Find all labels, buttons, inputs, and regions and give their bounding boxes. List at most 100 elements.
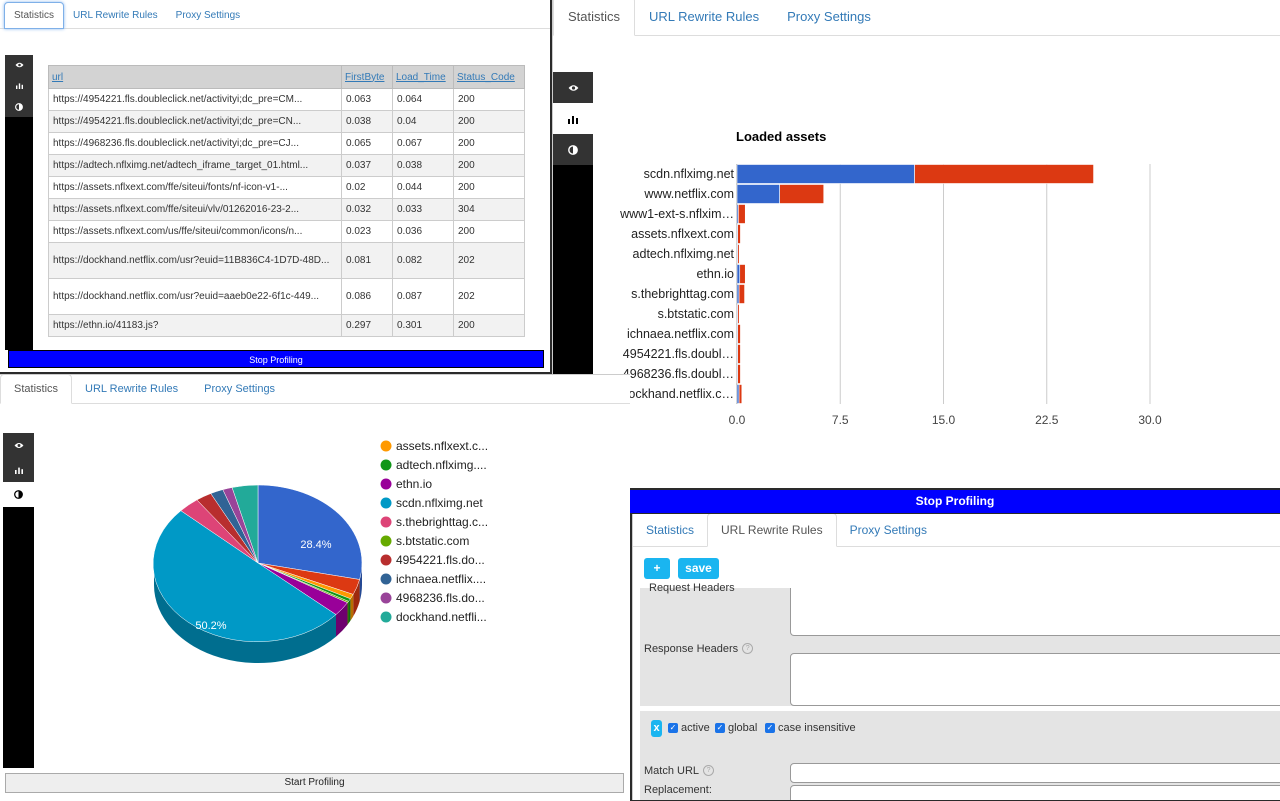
check-icon[interactable]: ✓ bbox=[668, 723, 678, 734]
case-insensitive-option[interactable]: ✓ case insensitive bbox=[765, 722, 856, 734]
category-label: s.thebrighttag.com bbox=[631, 287, 734, 301]
help-icon: ? bbox=[742, 643, 754, 654]
url-cell: https://assets.nflxext.com/ffe/siteui/vl… bbox=[48, 198, 342, 221]
tab-url-rewrite-rules[interactable]: URL Rewrite Rules bbox=[64, 3, 167, 28]
bar bbox=[737, 344, 741, 364]
tab-statistics[interactable]: Statistics bbox=[633, 514, 707, 546]
header-status-code[interactable]: Status_Code bbox=[457, 72, 515, 83]
firstbyte-cell: 0.023 bbox=[341, 220, 393, 243]
x-tick-label: 7.5 bbox=[832, 413, 849, 427]
legend-marker bbox=[380, 554, 392, 566]
bar bbox=[736, 384, 740, 404]
url-cell: https://adtech.nflximg.net/adtech_iframe… bbox=[48, 154, 342, 177]
header-load-time[interactable]: Load_Time bbox=[396, 72, 446, 83]
sort-firstbyte[interactable]: FirstByte bbox=[341, 65, 393, 89]
check-icon[interactable]: ✓ bbox=[765, 723, 775, 734]
active-option[interactable]: ✓ active bbox=[668, 722, 710, 734]
table-row: https://4954221.fls.doubleclick.net/acti… bbox=[48, 88, 525, 111]
tab-proxy-settings[interactable]: Proxy Settings bbox=[837, 514, 940, 546]
stop-profiling-button[interactable]: Stop Profiling bbox=[8, 350, 544, 368]
match-url-input[interactable] bbox=[790, 763, 1280, 783]
legend-label: s.btstatic.com bbox=[396, 534, 469, 548]
response-headers-label: Response Headers bbox=[644, 643, 739, 655]
sort-url[interactable]: url bbox=[48, 65, 342, 89]
save-button[interactable]: save bbox=[678, 558, 719, 579]
header-url[interactable]: url bbox=[52, 72, 63, 83]
rewrite-window: Statistics URL Rewrite Rules Proxy Setti… bbox=[632, 514, 1280, 800]
tab-bar: Statistics URL Rewrite Rules Proxy Setti… bbox=[553, 0, 1280, 36]
url-cell: https://dockhand.netflix.com/usr?euid=aa… bbox=[48, 278, 342, 315]
remove-rule-button[interactable]: x bbox=[651, 720, 662, 737]
status-code-cell: 200 bbox=[453, 176, 525, 199]
tab-url-rewrite-rules[interactable]: URL Rewrite Rules bbox=[72, 375, 191, 403]
sidebar bbox=[5, 55, 33, 350]
legend-label: ethn.io bbox=[396, 477, 432, 491]
bar bbox=[737, 224, 741, 244]
help-icon: ? bbox=[703, 765, 715, 776]
sort-status-code[interactable]: Status_Code bbox=[453, 65, 525, 89]
slice-label: 50.2% bbox=[195, 620, 226, 632]
replacement-input[interactable] bbox=[790, 785, 1280, 800]
status-code-cell: 200 bbox=[453, 132, 525, 155]
category-label: s.btstatic.com bbox=[658, 307, 734, 321]
check-icon[interactable]: ✓ bbox=[715, 723, 725, 734]
start-profiling-button[interactable]: Start Profiling bbox=[5, 773, 624, 793]
pie-chart: 28.4% 50.2% assets.nflxext.c... adtech.nflx… bbox=[152, 439, 488, 664]
tab-proxy-settings[interactable]: Proxy Settings bbox=[773, 0, 885, 35]
legend-label: s.thebrighttag.c... bbox=[396, 515, 488, 529]
tab-url-rewrite-rules[interactable]: URL Rewrite Rules bbox=[707, 514, 837, 547]
pie-button[interactable] bbox=[3, 482, 34, 507]
tab-statistics[interactable]: Statistics bbox=[553, 0, 636, 36]
pie-button[interactable] bbox=[5, 96, 33, 117]
view-button[interactable] bbox=[3, 433, 34, 457]
load-time-cell: 0.082 bbox=[392, 242, 454, 279]
load-time-cell: 0.087 bbox=[392, 278, 454, 315]
tab-statistics[interactable]: Statistics bbox=[4, 2, 65, 29]
legend-label: dockhand.netfli... bbox=[396, 610, 487, 624]
chart-button[interactable] bbox=[3, 457, 34, 482]
firstbyte-cell: 0.032 bbox=[341, 198, 393, 221]
firstbyte-cell: 0.065 bbox=[341, 132, 393, 155]
contrast-icon bbox=[14, 490, 23, 499]
bar-chart-icon bbox=[15, 82, 23, 89]
add-rule-button[interactable]: + bbox=[644, 558, 670, 579]
load-time-cell: 0.038 bbox=[392, 154, 454, 177]
x-tick-label: 22.5 bbox=[1035, 413, 1059, 427]
legend-marker bbox=[380, 611, 392, 623]
header-firstbyte[interactable]: FirstByte bbox=[345, 72, 384, 83]
tab-statistics[interactable]: Statistics bbox=[0, 375, 73, 404]
category-label: ichnaea.netflix.com bbox=[627, 327, 734, 341]
tab-url-rewrite-rules[interactable]: URL Rewrite Rules bbox=[635, 0, 773, 35]
tab-proxy-settings[interactable]: Proxy Settings bbox=[167, 3, 249, 28]
table-window: Statistics URL Rewrite Rules Proxy Setti… bbox=[0, 0, 550, 372]
table-row: https://dockhand.netflix.com/usr?euid=aa… bbox=[48, 278, 525, 315]
tab-proxy-settings[interactable]: Proxy Settings bbox=[191, 375, 288, 403]
firstbyte-cell: 0.063 bbox=[341, 88, 393, 111]
table-header-row: url FirstByte Load_Time Status_Code bbox=[48, 65, 525, 89]
status-code-cell: 200 bbox=[453, 220, 525, 243]
url-cell: https://4954221.fls.doubleclick.net/acti… bbox=[48, 110, 342, 133]
view-button[interactable] bbox=[5, 55, 33, 75]
stop-profiling-button[interactable]: Stop Profiling bbox=[630, 490, 1280, 513]
table-row: https://4968236.fls.doubleclick.net/acti… bbox=[48, 132, 525, 155]
bar bbox=[737, 364, 741, 384]
bar bbox=[738, 384, 743, 404]
legend-label: 4968236.fls.do... bbox=[396, 591, 485, 605]
firstbyte-cell: 0.02 bbox=[341, 176, 393, 199]
load-time-cell: 0.033 bbox=[392, 198, 454, 221]
status-code-cell: 202 bbox=[453, 242, 525, 279]
legend-label: scdn.nflximg.net bbox=[396, 496, 483, 510]
tab-bar: Statistics URL Rewrite Rules Proxy Setti… bbox=[633, 514, 1280, 547]
global-option[interactable]: ✓ global bbox=[715, 722, 757, 734]
sort-load-time[interactable]: Load_Time bbox=[392, 65, 454, 89]
url-cell: https://4968236.fls.doubleclick.net/acti… bbox=[48, 132, 342, 155]
replacement-label: Replacement: bbox=[644, 784, 712, 796]
request-headers-textarea[interactable] bbox=[790, 588, 1280, 636]
response-headers-textarea[interactable] bbox=[790, 653, 1280, 706]
table-row: https://ethn.io/41183.js? 0.297 0.301 200 bbox=[48, 314, 525, 337]
firstbyte-cell: 0.086 bbox=[341, 278, 393, 315]
chart-button[interactable] bbox=[5, 75, 33, 96]
x-tick-label: 15.0 bbox=[932, 413, 956, 427]
tab-bar: Statistics URL Rewrite Rules Proxy Setti… bbox=[0, 375, 630, 404]
request-headers-label: Request Headers bbox=[649, 582, 735, 594]
